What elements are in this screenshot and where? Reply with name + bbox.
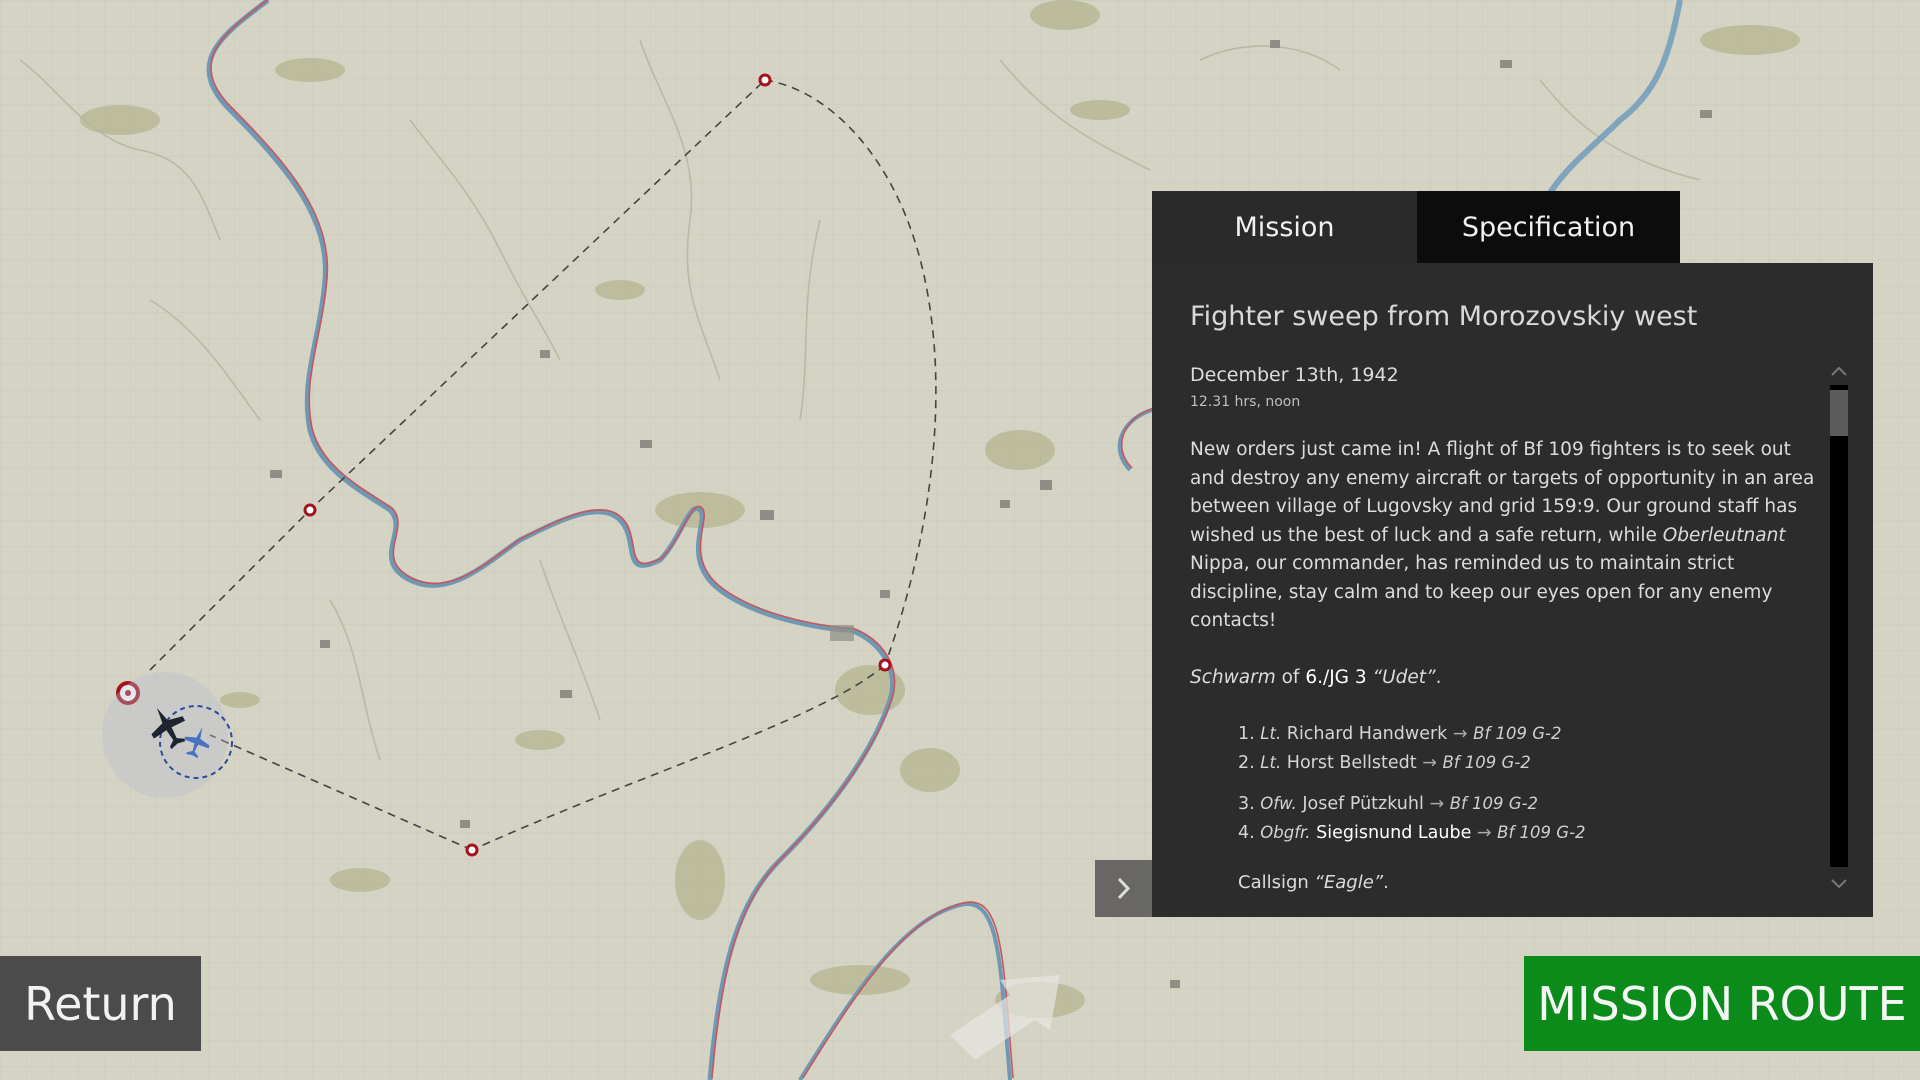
tab-mission-label: Mission [1234,211,1335,243]
waypoint-marker [878,658,892,672]
mission-title: Fighter sweep from Morozovskiy west [1190,301,1698,332]
unit-line: Schwarm of 6./JG 3 “Udet”. [1190,666,1442,688]
briefing-text: New orders just came in! A flight of Bf … [1190,439,1815,631]
tab-specification[interactable]: Specification [1417,191,1680,263]
chevron-down-icon[interactable] [1827,875,1851,893]
pilot-item: 2. Lt. Horst Bellstedt → Bf 109 G-2 [1238,752,1531,773]
pilot-list: 1. Lt. Richard Handwerk → Bf 109 G-2 2. … [1190,720,1830,847]
chevron-right-icon [1117,877,1131,900]
tab-mission[interactable]: Mission [1152,191,1417,263]
callsign-line: Callsign “Eagle”. [1238,872,1389,893]
waypoint-marker [758,73,772,87]
pilot-item: 3. Ofw. Josef Pützkuhl → Bf 109 G-2 [1238,794,1539,814]
return-button[interactable]: Return [0,956,201,1051]
tab-specification-label: Specification [1461,211,1636,243]
chevron-up-icon[interactable] [1827,362,1851,380]
mission-time: 12.31 hrs, noon [1190,394,1301,410]
scrollbar-track[interactable] [1830,385,1848,867]
mission-route-button[interactable]: MISSION ROUTE [1524,956,1920,1051]
briefing-panel: Fighter sweep from Morozovskiy west Dece… [1152,263,1873,917]
pilot-item-player: 4. Obgfr. Siegisnund Laube → Bf 109 G-2 [1238,822,1586,843]
collapse-panel-button[interactable] [1095,860,1152,917]
waypoint-marker [303,503,317,517]
waypoint-marker [465,843,479,857]
airfield-zone [102,672,228,798]
briefing-body: New orders just came in! A flight of Bf … [1190,436,1830,898]
scrollbar-thumb[interactable] [1830,390,1848,436]
pilot-item: 1. Lt. Richard Handwerk → Bf 109 G-2 [1238,724,1562,744]
mission-date: December 13th, 1942 [1190,364,1399,386]
